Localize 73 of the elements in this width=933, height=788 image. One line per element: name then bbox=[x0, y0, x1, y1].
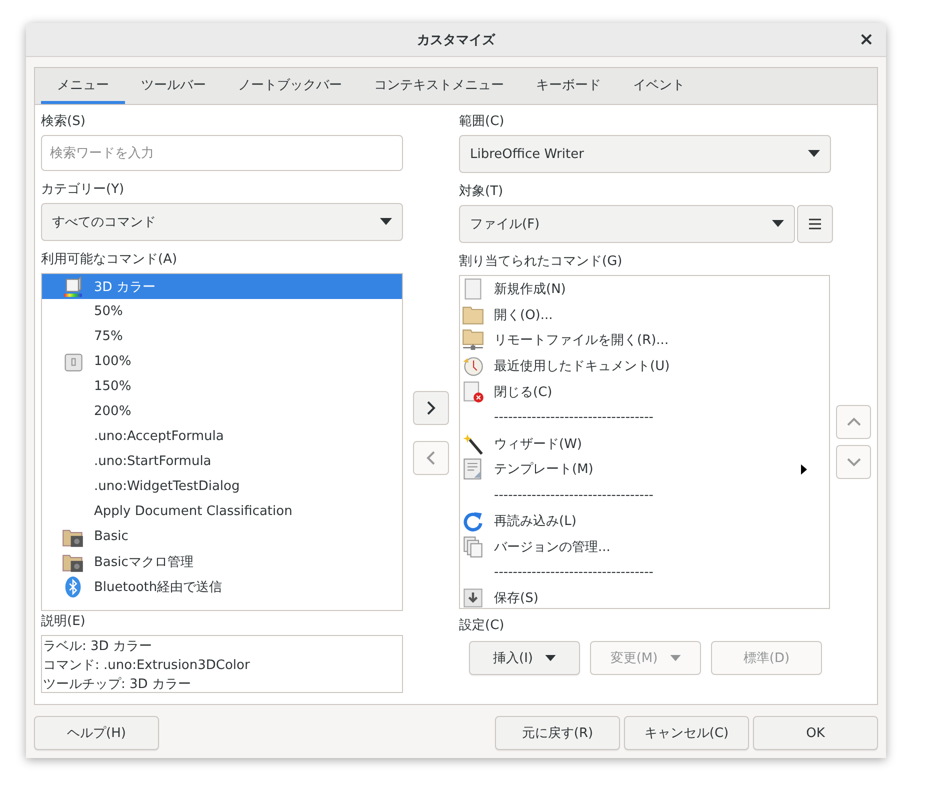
window-title: カスタマイズ bbox=[417, 32, 495, 48]
field-label: 検索(S) bbox=[41, 113, 86, 131]
description-line: ツールチップ: 3D カラー bbox=[43, 676, 192, 694]
description-line: ラベル: 3D カラー bbox=[43, 638, 153, 656]
list-item[interactable]: Basicマクロ管理 bbox=[42, 549, 402, 574]
list-item[interactable]: Basic bbox=[42, 524, 402, 549]
target-dropdown[interactable]: ファイル(F) bbox=[459, 205, 795, 243]
category-dropdown[interactable]: すべてのコマンド bbox=[41, 203, 403, 241]
list-item[interactable]: .uno:WidgetTestDialog bbox=[42, 474, 402, 499]
list-item[interactable]: .uno:AcceptFormula bbox=[42, 424, 402, 449]
scope-dropdown[interactable]: LibreOffice Writer bbox=[459, 135, 831, 173]
clock-icon bbox=[462, 355, 484, 378]
help-button[interactable]: ヘルプ(H) bbox=[34, 716, 159, 750]
field-label: 説明(E) bbox=[41, 613, 86, 631]
add-button[interactable] bbox=[413, 391, 449, 425]
separator-item[interactable]: ---------------------------------- bbox=[494, 410, 654, 426]
dropdown-arrow-icon bbox=[380, 218, 392, 226]
submenu-arrow-icon bbox=[801, 464, 807, 475]
field-label: カテゴリー(Y) bbox=[41, 181, 126, 199]
tab[interactable]: イベント bbox=[617, 68, 701, 104]
list-item[interactable]: 150% bbox=[42, 374, 402, 399]
dialog-button[interactable]: OK bbox=[753, 716, 878, 750]
list-item[interactable]: Bluetooth経由で送信 bbox=[42, 574, 402, 599]
list-item[interactable]: バージョンの管理... bbox=[460, 534, 829, 560]
list-item[interactable]: 最近使用したドキュメント(U) bbox=[460, 353, 829, 380]
stacked-pages-icon bbox=[462, 536, 484, 558]
menu-icon bbox=[808, 218, 822, 230]
list-item[interactable]: 50% bbox=[42, 299, 402, 324]
tab[interactable]: ノートブックバー bbox=[222, 68, 358, 104]
field-label: 利用可能なコマンド(A) bbox=[41, 251, 178, 269]
field-label: 範囲(C) bbox=[459, 113, 506, 131]
template-icon bbox=[462, 458, 484, 480]
dropdown-arrow-icon bbox=[544, 654, 556, 662]
settings-button[interactable]: 挿入(I) bbox=[469, 641, 580, 675]
tab[interactable]: キーボード bbox=[520, 68, 617, 104]
list-item[interactable]: 75% bbox=[42, 324, 402, 349]
close-button[interactable]: × bbox=[854, 29, 878, 50]
page-close-icon bbox=[462, 381, 484, 404]
reload-icon bbox=[462, 510, 484, 532]
menu-button[interactable] bbox=[797, 205, 833, 243]
separator-item[interactable]: ---------------------------------- bbox=[494, 488, 654, 503]
list-item[interactable]: テンプレート(M) bbox=[460, 456, 829, 482]
search-field[interactable]: 検索ワードを入力 bbox=[41, 135, 403, 171]
list-item[interactable]: 100% bbox=[42, 349, 402, 374]
tab[interactable]: ツールバー bbox=[125, 68, 222, 104]
list-item[interactable]: 保存(S) bbox=[460, 586, 829, 608]
magic-wand-icon bbox=[462, 432, 484, 455]
description-line: コマンド: .uno:Extrusion3DColor bbox=[43, 657, 251, 675]
list-item[interactable]: .uno:StartFormula bbox=[42, 449, 402, 474]
list-item[interactable]: 200% bbox=[42, 399, 402, 424]
dropdown-arrow-icon bbox=[772, 220, 784, 228]
dropdown-arrow-icon bbox=[808, 150, 820, 158]
dialog-button[interactable]: キャンセル(C) bbox=[624, 716, 749, 750]
list-item[interactable]: Apply Document Classification bbox=[42, 499, 402, 524]
list-item[interactable]: 新規作成(N) bbox=[460, 276, 829, 302]
field-label: 割り当てられたコマンド(G) bbox=[459, 253, 624, 271]
dropdown-arrow-icon bbox=[670, 654, 681, 662]
list-item[interactable]: ウィザード(W) bbox=[460, 430, 829, 457]
dialog-button[interactable]: 元に戻す(R) bbox=[495, 716, 620, 750]
cube-icon bbox=[62, 276, 84, 298]
network-folder-icon bbox=[462, 329, 484, 352]
field-label: 対象(T) bbox=[459, 183, 504, 201]
list-item[interactable]: 3D カラー bbox=[42, 274, 402, 299]
field-label: 設定(C) bbox=[459, 617, 506, 635]
page-icon bbox=[462, 278, 484, 300]
tab[interactable]: コンテキストメニュー bbox=[358, 68, 520, 104]
download-icon bbox=[462, 587, 484, 608]
list-item[interactable]: 開く(O)... bbox=[460, 302, 829, 328]
tab[interactable]: メニュー bbox=[41, 68, 125, 104]
list-item[interactable]: 閉じる(C) bbox=[460, 379, 829, 405]
list-item[interactable]: リモートファイルを開く(R)... bbox=[460, 328, 829, 354]
separator-item[interactable]: ---------------------------------- bbox=[494, 565, 654, 580]
list-item[interactable]: 再読み込み(L) bbox=[460, 508, 829, 534]
